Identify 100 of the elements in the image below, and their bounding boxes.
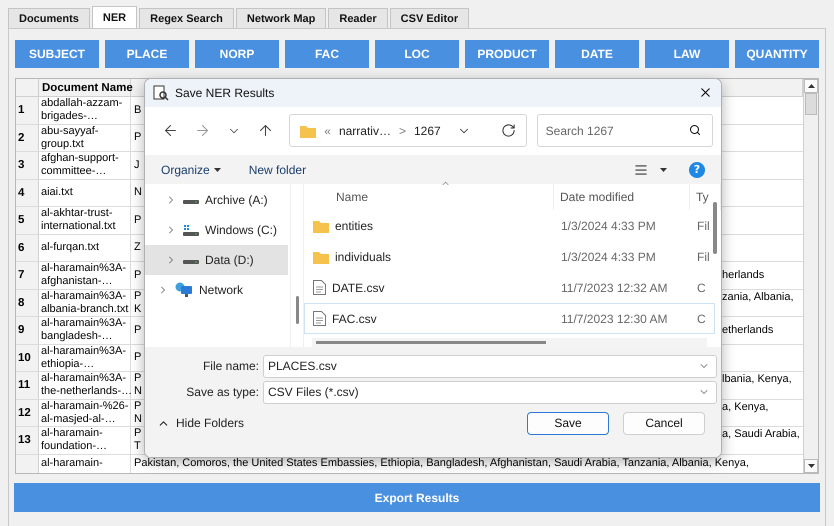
table-cell-text: P — [133, 130, 142, 146]
search-field[interactable]: Search 1267 — [536, 114, 714, 148]
field-label: File name: — [202, 359, 259, 374]
column-header[interactable]: Name — [304, 184, 554, 210]
row-number: 4 — [16, 180, 39, 206]
drive-icon — [183, 260, 199, 264]
refresh-icon[interactable] — [500, 123, 516, 138]
save-button[interactable]: Save — [527, 412, 609, 435]
file-type: C — [696, 310, 707, 328]
table-cell: al-haramain%3A- afghanistan-… — [39, 262, 131, 288]
table-cell-text: P T — [133, 427, 142, 454]
tab[interactable]: CSV Editor — [390, 8, 470, 28]
file-row[interactable]: individuals 1/3/2024 4:33 PM Fil — [304, 241, 715, 272]
table-cell-text: a, Kenya, — [722, 400, 770, 414]
tab[interactable]: Documents — [8, 8, 90, 28]
tree-item[interactable]: Data (D:) — [145, 245, 288, 276]
file-name-field[interactable]: PLACES.csv — [263, 354, 717, 378]
table-cell-text: P — [133, 350, 142, 366]
cancel-button[interactable]: Cancel — [623, 412, 705, 435]
file-type-dropdown[interactable]: CSV Files (*.csv) — [263, 380, 717, 404]
network-icon — [175, 282, 193, 298]
file-date: 11/7/2023 12:32 AM — [560, 280, 669, 297]
file-row[interactable]: FAC.csv 11/7/2023 12:30 AM C — [304, 303, 715, 334]
document-icon — [313, 280, 326, 296]
scrollbar-thumb[interactable] — [316, 341, 546, 344]
field-label: Save as type: — [185, 385, 259, 400]
column-header[interactable]: Date modified — [554, 184, 690, 210]
breadcrumb-separator: « — [324, 124, 331, 138]
file-row[interactable]: DATE.csv 11/7/2023 12:32 AM C — [304, 272, 715, 304]
table-cell: aiai.txt — [39, 180, 131, 206]
tree-item[interactable]: Windows (C:) — [145, 215, 288, 246]
breadcrumb-item[interactable]: 1267 — [414, 124, 441, 138]
table-cell-text: N — [133, 185, 142, 200]
scrollbar-thumb[interactable] — [296, 296, 298, 324]
tree-item[interactable]: Network — [145, 275, 288, 306]
table-cell-text: Pakistan, Comoros, the United States Embassies, Ethiopia, Bangladesh, Afghanistan, Saudi Arabia, Tanzania, Albania, Kenya, — [133, 456, 749, 470]
table-cell-text: herlands — [722, 268, 766, 282]
table-cell-text: J — [133, 158, 140, 173]
tree-label: Windows (C:) — [205, 223, 278, 238]
table-cell-text: P K — [133, 290, 142, 316]
table-cell-text: lbania, Kenya, — [722, 372, 793, 386]
row-number: 8 — [16, 290, 39, 316]
table-cell: al-furqan.txt — [39, 234, 131, 261]
row-number: 11 — [16, 372, 39, 398]
tree-label: Network — [199, 283, 244, 298]
column-header: Document Name — [39, 79, 131, 96]
scroll-down-icon[interactable] — [808, 464, 814, 468]
table-cell-text: P N — [133, 372, 142, 398]
table-cell-text: P N — [133, 400, 142, 426]
file-date: 1/3/2024 4:33 PM — [560, 248, 657, 266]
row-number: 1 — [16, 97, 39, 124]
table-cell-text: zania, Albania, — [722, 290, 795, 304]
table-cell: al-haramain- foundation-… — [39, 427, 131, 454]
row-number: 7 — [16, 262, 39, 288]
table-cell-text: P — [133, 212, 142, 228]
table-cell: al-haramain%3A- bangladesh-… — [39, 317, 131, 344]
file-type: C — [696, 280, 707, 297]
table-cell-text: B — [133, 102, 142, 118]
tab[interactable]: Reader — [328, 8, 388, 28]
help-button[interactable]: ? — [689, 162, 705, 178]
caret-icon[interactable] — [660, 168, 667, 172]
folder-icon — [300, 124, 316, 138]
caret-icon — [214, 168, 221, 172]
scroll-up-icon[interactable] — [808, 84, 814, 88]
table-cell: al-haramain-%26- al-masjed-al-… — [39, 400, 131, 426]
document-icon — [313, 311, 326, 326]
row-number: 10 — [16, 344, 39, 371]
table-cell: al-haramain- — [39, 454, 131, 473]
table-cell: abdallah-azzam- brigades-… — [39, 97, 131, 124]
scrollbar-thumb[interactable] — [805, 93, 817, 115]
address-bar[interactable]: « narrativ… > 1267 — [289, 114, 527, 148]
file-row[interactable]: entities 1/3/2024 4:33 PM Fil — [304, 210, 715, 242]
table-cell-text: Z — [133, 240, 141, 256]
file-name: DATE.csv — [332, 280, 384, 295]
organize-menu[interactable]: Organize — [161, 162, 221, 177]
tab[interactable]: Network Map — [236, 8, 326, 28]
file-type: Fil — [696, 248, 711, 266]
file-date: 1/3/2024 4:33 PM — [560, 218, 657, 235]
table-cell-text: P — [133, 322, 142, 338]
scrollbar[interactable] — [803, 79, 818, 473]
hide-folders-button[interactable]: Hide Folders — [157, 416, 244, 430]
breadcrumb-arrow: > — [398, 124, 406, 138]
file-name: FAC.csv — [332, 312, 377, 326]
tree-label: Data (D:) — [205, 253, 254, 268]
tab[interactable]: Regex Search — [139, 8, 234, 28]
table-cell-text: a, Saudi Arabia, — [722, 427, 801, 441]
table-cell: afghan-support- committee-… — [39, 152, 131, 178]
breadcrumb-item[interactable]: narrativ… — [338, 124, 391, 138]
tree-item[interactable]: Archive (A:) — [145, 185, 288, 216]
table-cell: al-haramain%3A- ethiopia-… — [39, 344, 131, 371]
row-number: 13 — [16, 427, 39, 454]
new-folder-button[interactable]: New folder — [248, 162, 306, 177]
tab[interactable]: NER — [92, 6, 138, 28]
file-name: individuals — [335, 250, 392, 264]
table-cell-text: etherlands — [722, 324, 774, 337]
row-number: 6 — [16, 234, 39, 261]
search-icon — [689, 124, 702, 136]
save-icon — [153, 84, 169, 101]
view-icon[interactable] — [634, 162, 648, 177]
scrollbar-thumb[interactable] — [713, 202, 717, 254]
